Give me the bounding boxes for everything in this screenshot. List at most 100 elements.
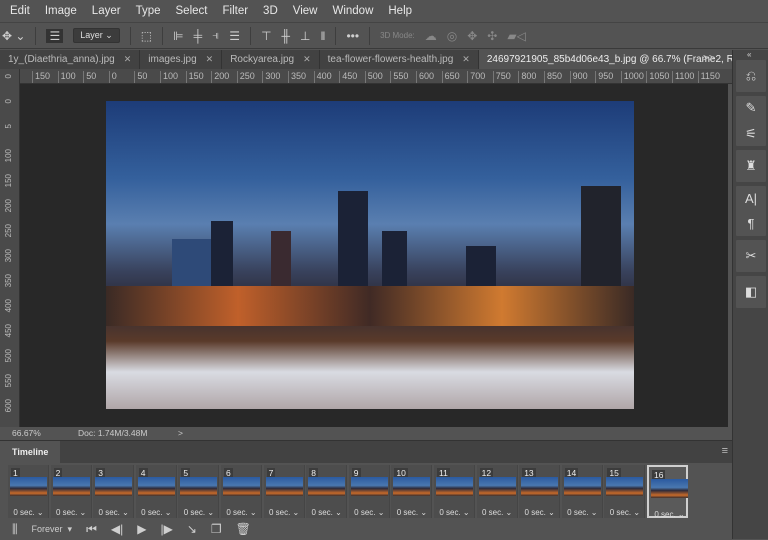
- more-icon[interactable]: •••: [346, 29, 359, 43]
- animation-frame[interactable]: 30 sec. ⌄: [93, 465, 135, 518]
- brush-settings-icon[interactable]: ⚟: [745, 126, 757, 142]
- align-bottom-icon[interactable]: ⊥: [300, 29, 310, 43]
- duplicate-frame-icon[interactable]: ❐: [211, 522, 222, 536]
- close-tab-icon[interactable]: ✕: [124, 54, 132, 65]
- layer-select[interactable]: Layer ⌄: [73, 28, 120, 43]
- loop-select[interactable]: Forever ▾: [32, 524, 73, 535]
- timeline-tab[interactable]: Timeline: [0, 441, 61, 463]
- animation-frame[interactable]: 40 sec. ⌄: [135, 465, 177, 518]
- animation-frame[interactable]: 90 sec. ⌄: [348, 465, 390, 518]
- frame-delay: 0 sec.: [226, 508, 248, 517]
- frame-delay-select[interactable]: 0 sec. ⌄: [264, 508, 305, 517]
- frame-delay-select[interactable]: 0 sec. ⌄: [604, 508, 645, 517]
- menu-type[interactable]: Type: [136, 5, 161, 17]
- layer-select-value: Layer: [80, 30, 103, 40]
- move-tool-icon[interactable]: ✥ ⌄: [2, 29, 25, 43]
- ruler-label: 800: [518, 71, 536, 83]
- ruler-label: 600: [4, 399, 13, 413]
- previous-frame-icon[interactable]: ◀|: [111, 522, 123, 536]
- animation-frame[interactable]: 10 0 sec. ⌄: [391, 465, 433, 518]
- close-tab-icon[interactable]: ✕: [462, 54, 470, 65]
- frame-delay-select[interactable]: 0 sec. ⌄: [93, 508, 134, 517]
- menu-filter[interactable]: Filter: [222, 5, 248, 17]
- document-image[interactable]: [106, 101, 634, 409]
- frame-delay-select[interactable]: 0 sec. ⌄: [8, 508, 49, 517]
- menu-select[interactable]: Select: [176, 5, 208, 17]
- align-middle-icon[interactable]: ╫: [282, 29, 291, 43]
- 3d-orbit-icon[interactable]: ☁: [425, 29, 437, 43]
- menu-view[interactable]: View: [293, 5, 318, 17]
- panel-menu-icon[interactable]: ≡: [722, 445, 728, 457]
- next-frame-icon[interactable]: |▶: [160, 522, 172, 536]
- tool-presets-icon[interactable]: ✂: [746, 248, 757, 264]
- clone-stamp-icon[interactable]: ♜: [745, 158, 757, 174]
- transform-controls-icon[interactable]: ⬚: [141, 29, 152, 43]
- menu-window[interactable]: Window: [332, 5, 373, 17]
- close-tab-icon[interactable]: ✕: [303, 54, 311, 65]
- animation-frame[interactable]: 80 sec. ⌄: [306, 465, 348, 518]
- character-icon[interactable]: A|: [745, 191, 757, 206]
- distribute-icon[interactable]: ☰: [229, 29, 240, 43]
- align-left-icon[interactable]: ⊫: [173, 29, 183, 43]
- menu-3d[interactable]: 3D: [263, 5, 278, 17]
- animation-frame[interactable]: 16 0 sec. ⌄: [647, 465, 688, 519]
- tab-document[interactable]: images.jpg ✕: [140, 50, 223, 69]
- first-frame-icon[interactable]: ⏮: [86, 522, 97, 537]
- convert-to-video-timeline-icon[interactable]: ⫼: [12, 522, 18, 537]
- animation-frame[interactable]: 10 sec. ⌄: [8, 465, 49, 518]
- frame-delay-select[interactable]: 0 sec. ⌄: [434, 508, 475, 517]
- animation-frame[interactable]: 11 0 sec. ⌄: [434, 465, 475, 518]
- menu-edit[interactable]: Edit: [10, 5, 30, 17]
- zoom-level[interactable]: 66.67%: [12, 428, 41, 438]
- chevron-down-icon: ⌄: [205, 508, 215, 517]
- frame-delay-select[interactable]: 0 sec. ⌄: [391, 508, 432, 517]
- align-right-icon[interactable]: ⫣: [212, 28, 219, 43]
- menu-help[interactable]: Help: [388, 5, 412, 17]
- tab-document[interactable]: Rockyarea.jpg ✕: [222, 50, 320, 69]
- frame-delay-select[interactable]: 0 sec. ⌄: [51, 508, 92, 517]
- align-center-icon[interactable]: ╪: [194, 29, 203, 43]
- tween-icon[interactable]: ↘: [187, 522, 197, 536]
- animation-frame[interactable]: 15 0 sec. ⌄: [604, 465, 646, 518]
- frame-delay-select[interactable]: 0 sec. ⌄: [477, 508, 518, 517]
- delete-frame-icon[interactable]: 🗑: [236, 522, 251, 536]
- frame-delay-select[interactable]: 0 sec. ⌄: [519, 508, 560, 517]
- divider: [162, 26, 164, 45]
- animation-frame[interactable]: 60 sec. ⌄: [221, 465, 262, 518]
- 3d-slide-icon[interactable]: ✣: [487, 29, 497, 43]
- frame-delay-select[interactable]: 0 sec. ⌄: [221, 508, 262, 517]
- tab-document[interactable]: tea-flower-flowers-health.jpg ✕: [319, 50, 479, 69]
- play-icon[interactable]: ▶: [137, 522, 146, 536]
- status-menu-arrow[interactable]: >: [178, 428, 183, 438]
- distribute-vertical-icon[interactable]: ‖: [320, 29, 325, 43]
- frame-delay-select[interactable]: 0 sec. ⌄: [349, 508, 390, 517]
- frame-delay: 0 sec.: [183, 508, 206, 517]
- brush-icon[interactable]: ✎: [746, 100, 757, 116]
- frame-delay-select[interactable]: 0 sec. ⌄: [562, 508, 603, 517]
- animation-frame[interactable]: 12 0 sec. ⌄: [476, 465, 518, 518]
- menu-layer[interactable]: Layer: [92, 5, 121, 17]
- frame-delay-select[interactable]: 0 sec. ⌄: [306, 508, 347, 517]
- animation-frame[interactable]: 70 sec. ⌄: [263, 465, 305, 518]
- frame-delay-select[interactable]: 0 sec. ⌄: [136, 508, 177, 517]
- animation-frame[interactable]: 13 0 sec. ⌄: [519, 465, 561, 518]
- 3d-pan-icon[interactable]: ✥: [467, 29, 477, 43]
- paragraph-icon[interactable]: ¶: [748, 216, 755, 231]
- animation-frame[interactable]: 50 sec. ⌄: [178, 465, 220, 518]
- menu-image[interactable]: Image: [45, 5, 77, 17]
- 3d-camera-icon[interactable]: ▰◁: [507, 29, 525, 43]
- frame-delay-select[interactable]: 0 sec. ⌄: [178, 508, 219, 517]
- ruler-label: 1150: [697, 71, 720, 83]
- tab-overflow-button[interactable]: >>: [703, 53, 715, 64]
- properties-icon[interactable]: ◧: [745, 284, 757, 300]
- 3d-roll-icon[interactable]: ◎: [447, 29, 457, 43]
- tab-document[interactable]: 1y_(Diaethria_anna).jpg ✕: [0, 50, 141, 69]
- align-top-icon[interactable]: ⊤: [261, 29, 271, 43]
- history-icon[interactable]: ⎌: [746, 68, 756, 84]
- animation-frame[interactable]: 14 0 sec. ⌄: [561, 465, 603, 518]
- animation-frame[interactable]: 20 sec. ⌄: [50, 465, 92, 518]
- tab-document[interactable]: 24697921905_85b4d06e43_b.jpg @ 66.7% (Fr…: [478, 50, 768, 69]
- close-tab-icon[interactable]: ✕: [206, 54, 214, 65]
- collapse-dock-icon[interactable]: «: [747, 50, 751, 59]
- auto-select-icon[interactable]: ☰: [46, 28, 64, 43]
